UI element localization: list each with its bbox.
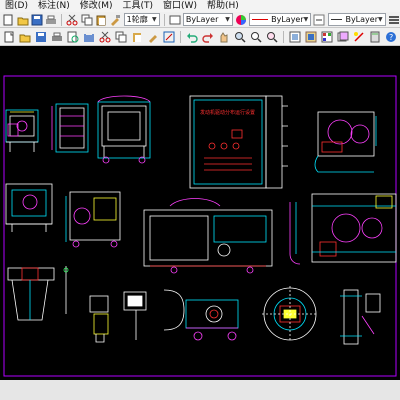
- menu-dimension[interactable]: 标注(N): [33, 0, 75, 12]
- zoom-window-icon[interactable]: [249, 30, 263, 44]
- menu-draw[interactable]: 图(D): [0, 0, 33, 12]
- view-housing-front: [51, 103, 89, 153]
- dimstyle-value: 1轮廓: [126, 15, 148, 24]
- cut-icon[interactable]: [98, 30, 112, 44]
- print-icon[interactable]: [45, 13, 57, 27]
- chevron-down-icon: ▼: [377, 16, 383, 23]
- color-value: ByLayer: [185, 15, 219, 24]
- undo-icon[interactable]: [185, 30, 199, 44]
- view-engine-section: [311, 193, 397, 263]
- view-generator-side: [65, 191, 121, 248]
- open-folder-icon[interactable]: [16, 13, 29, 27]
- copy-icon[interactable]: [114, 30, 128, 44]
- save-drawing-icon[interactable]: [34, 30, 48, 44]
- open-icon[interactable]: [18, 30, 32, 44]
- separator: [163, 13, 165, 26]
- lineweight-sample: [330, 19, 343, 20]
- standard-toolbar: 1轮廓 ▼ ByLayer ▼ ByLayer ▼ ByLayer ▼: [0, 12, 400, 28]
- new-file-icon[interactable]: [2, 13, 14, 27]
- panel-title-text: 发动机驱动分布运行设置: [200, 109, 255, 116]
- view-circle-section: [262, 286, 318, 342]
- menu-bar: 图(D) 标注(N) 修改(M) 工具(T) 窗口(W) 帮助(H): [0, 0, 400, 12]
- color-swatch-icon: [168, 13, 181, 27]
- drawing-canvas[interactable]: 发动机驱动分布运行设置: [0, 46, 400, 380]
- separator: [61, 13, 63, 26]
- help-icon[interactable]: ?: [384, 30, 398, 44]
- linetype-settings-icon[interactable]: [313, 13, 325, 27]
- zoom-realtime-icon[interactable]: [233, 30, 247, 44]
- zoom-previous-icon[interactable]: [265, 30, 279, 44]
- publish-icon[interactable]: [82, 30, 96, 44]
- view-main-assembly: [143, 198, 273, 274]
- view-control-panel: 发动机驱动分布运行设置: [189, 95, 288, 189]
- dimstyle-combo[interactable]: 1轮廓 ▼: [123, 13, 160, 26]
- sheetset-icon[interactable]: [336, 30, 350, 44]
- drawing-svg: 发动机驱动分布运行设置: [3, 75, 397, 377]
- view-frame-front: [97, 95, 151, 164]
- separator: [180, 30, 181, 43]
- redo-icon[interactable]: [201, 30, 215, 44]
- chevron-down-icon: ▼: [303, 16, 309, 23]
- view-part-detail-b: [123, 291, 147, 340]
- block-editor-icon[interactable]: [162, 30, 176, 44]
- view-engine-top: [314, 111, 377, 173]
- draw-modify-toolbar: ?: [0, 28, 400, 46]
- color-wheel-icon[interactable]: [235, 13, 247, 27]
- view-tall-part: [340, 289, 381, 345]
- brush-icon[interactable]: [146, 30, 160, 44]
- view-bracket-left: [7, 266, 69, 321]
- linetype-combo[interactable]: ByLayer ▼: [249, 13, 312, 26]
- copy-icon[interactable]: [81, 13, 93, 27]
- status-area: [0, 380, 400, 400]
- separator: [283, 30, 284, 43]
- paste-icon[interactable]: [130, 30, 144, 44]
- plot-icon[interactable]: [50, 30, 64, 44]
- menu-window[interactable]: 窗口(W): [158, 0, 202, 12]
- view-frame-side: [289, 202, 301, 265]
- outer-frame: [3, 75, 397, 377]
- plot-preview-icon[interactable]: [66, 30, 80, 44]
- match-properties-icon[interactable]: [109, 13, 121, 27]
- view-side-left: [5, 183, 53, 232]
- color-combo[interactable]: ByLayer ▼: [182, 13, 233, 26]
- design-center-icon[interactable]: [304, 30, 318, 44]
- lineweight-list-icon[interactable]: [388, 13, 400, 27]
- lineweight-combo[interactable]: ByLayer ▼: [327, 13, 386, 26]
- new-drawing-icon[interactable]: [2, 30, 16, 44]
- pan-icon[interactable]: [217, 30, 231, 44]
- lineweight-value: ByLayer: [345, 15, 378, 24]
- properties-icon[interactable]: [288, 30, 302, 44]
- menu-tools[interactable]: 工具(T): [118, 0, 159, 12]
- cut-icon[interactable]: [66, 13, 78, 27]
- calculator-icon[interactable]: [368, 30, 382, 44]
- tool-palettes-icon[interactable]: [320, 30, 334, 44]
- paste-icon[interactable]: [95, 13, 107, 27]
- chevron-down-icon: ▼: [225, 16, 230, 23]
- linetype-value: ByLayer: [271, 15, 304, 24]
- view-engine-left: [5, 109, 39, 152]
- save-icon[interactable]: [31, 13, 43, 27]
- view-wheel-assembly: [163, 289, 239, 341]
- chevron-down-icon: ▼: [151, 16, 157, 23]
- menu-help[interactable]: 帮助(H): [202, 0, 244, 12]
- linetype-sample: [252, 19, 269, 20]
- menu-modify[interactable]: 修改(M): [75, 0, 118, 12]
- markup-icon[interactable]: [352, 30, 366, 44]
- view-part-detail-a: [89, 295, 109, 343]
- svg-text:?: ?: [389, 33, 393, 42]
